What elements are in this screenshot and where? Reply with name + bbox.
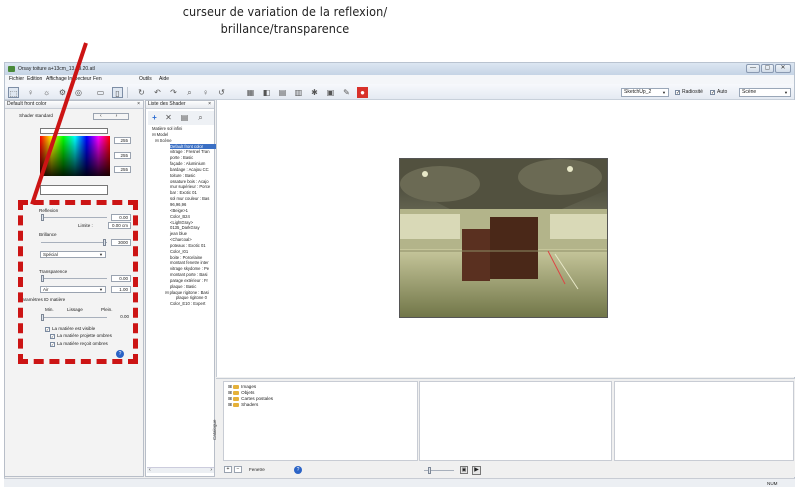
material-icon[interactable]: ▯ [112, 87, 123, 98]
import-shader-icon[interactable]: ▤ [179, 112, 190, 123]
title-bar: Orsay toiture a+13cm_13.09.20.atl — ▢ ✕ [5, 63, 794, 75]
menu-fichier[interactable]: Fichier [9, 76, 24, 82]
menu-fenetre[interactable]: Fen [93, 76, 102, 82]
image-icon[interactable]: ▤ [277, 87, 288, 98]
green-input[interactable]: 255 [114, 152, 131, 159]
menu-outils[interactable]: Outils [139, 76, 152, 82]
menu-bar: Fichier Edition Affichage Inspecteur Fen… [5, 75, 794, 84]
render-image [400, 159, 607, 317]
auto-checkbox[interactable]: ✓ Auto [710, 88, 727, 96]
record-icon[interactable]: ● [357, 87, 368, 98]
pan-icon[interactable]: ♀ [200, 87, 211, 98]
export-icon[interactable]: ▭ [95, 87, 106, 98]
num-lock-indicator: NUM [767, 481, 778, 486]
play-icon[interactable]: ▶ [472, 466, 481, 475]
search-shader-icon[interactable]: ⌕ [195, 112, 206, 123]
minimize-button[interactable]: — [746, 64, 760, 73]
app-icon [8, 66, 15, 72]
red-input[interactable]: 255 [114, 137, 131, 144]
window-icon[interactable]: ▦ [245, 87, 256, 98]
shader-panel-header: Default front color × [5, 101, 143, 109]
settings-icon[interactable]: ✱ [309, 87, 320, 98]
fenetre-label: Fenetre [249, 467, 265, 472]
add-shader-icon[interactable]: + [149, 112, 160, 123]
render-preview [399, 158, 608, 318]
tree-item[interactable]: Color_E10 : Expert [152, 301, 216, 307]
maximize-button[interactable]: ▢ [761, 64, 774, 73]
display-icon[interactable]: ▣ [325, 87, 336, 98]
orbit-icon[interactable]: ↺ [216, 87, 227, 98]
zoom-icon[interactable]: ⌕ [184, 87, 195, 98]
folder-icon [233, 397, 240, 401]
radiosite-checkbox[interactable]: ✓ Radiosité [675, 88, 703, 96]
undo-icon[interactable]: ↶ [152, 87, 163, 98]
color-preview [40, 185, 108, 195]
shader-type-label: Shader standard [19, 113, 53, 118]
render-icon[interactable]: ◧ [261, 87, 272, 98]
catalogue-preview-1 [419, 381, 612, 461]
camera-icon[interactable]: ◎ [73, 87, 84, 98]
edit-icon[interactable]: ✎ [341, 87, 352, 98]
light-tool-icon[interactable]: ♀ [25, 87, 36, 98]
caption-line-1: curseur de variation de la reflexion/ [182, 4, 388, 19]
grid-icon[interactable]: ▥ [293, 87, 304, 98]
catalogue-zoom-slider[interactable] [424, 467, 454, 474]
redo-icon[interactable]: ↷ [168, 87, 179, 98]
folder-icon [233, 403, 240, 407]
refresh-icon[interactable]: ↻ [136, 87, 147, 98]
delete-shader-icon[interactable]: ✕ [163, 112, 174, 123]
scene-combo[interactable]: Scène ▼ [739, 88, 791, 97]
catalogue-item-shaders[interactable]: ⊞ Shaders [228, 402, 258, 408]
list-toolbar: + ✕ ▤ ⌕ [148, 111, 214, 125]
catalogue-tree: ⊞ Images ⊞ Objets ⊞ Cartes postales ⊞ Sh… [223, 381, 418, 461]
catalogue-preview-2 [614, 381, 794, 461]
catalogue-side-label: Catalogue [212, 419, 217, 440]
close-button[interactable]: ✕ [775, 64, 791, 73]
catalogue-help-icon[interactable]: ? [294, 466, 302, 474]
main-toolbar: ⬚ ♀ ☼ ⚙ ◎ ▭ ▯ ↻ ↶ ↷ ⌕ ♀ ↺ ▦ ◧ ▤ ▥ ✱ ▣ ✎ … [5, 84, 794, 100]
list-close-icon[interactable]: × [208, 101, 211, 108]
folder-icon [233, 391, 240, 395]
status-bar: NUM [4, 478, 795, 487]
menu-aide[interactable]: Aide [159, 76, 169, 82]
annotation-caption: curseur de variation de la reflexion/ br… [150, 3, 420, 37]
sketchup-combo[interactable]: SketchUp_2 ▼ [621, 88, 669, 97]
blue-input[interactable]: 255 [114, 166, 131, 173]
caption-line-2: brillance/transparence [220, 21, 350, 36]
window-title: Orsay toiture a+13cm_13.09.20.atl [18, 66, 95, 72]
menu-edition[interactable]: Edition [27, 76, 42, 82]
select-tool-icon[interactable]: ⬚ [8, 87, 19, 98]
panel-close-icon[interactable]: × [137, 101, 140, 108]
catalogue-zoom-thumb[interactable] [428, 467, 431, 474]
list-scrollbar[interactable]: ‹ › [147, 467, 214, 473]
annotation-dashed-box [18, 200, 138, 364]
color-swatch[interactable] [40, 128, 108, 134]
shader-type-arrows[interactable]: ‹ › [93, 113, 129, 120]
sun-icon[interactable]: ☼ [41, 87, 52, 98]
shader-tree: Matière sol infini ⊟ Model ⊟ Scène Defau… [152, 126, 216, 336]
catalogue-add-button[interactable]: + [224, 466, 232, 473]
toolbar-separator [127, 87, 128, 98]
catalogue-remove-button[interactable]: − [234, 466, 242, 473]
folder-icon [233, 385, 240, 389]
menu-affichage[interactable]: Affichage [46, 76, 67, 82]
shader-list-header: Liste des Shader × [146, 101, 214, 109]
catalogue-view-button[interactable]: ▣ [460, 466, 468, 474]
